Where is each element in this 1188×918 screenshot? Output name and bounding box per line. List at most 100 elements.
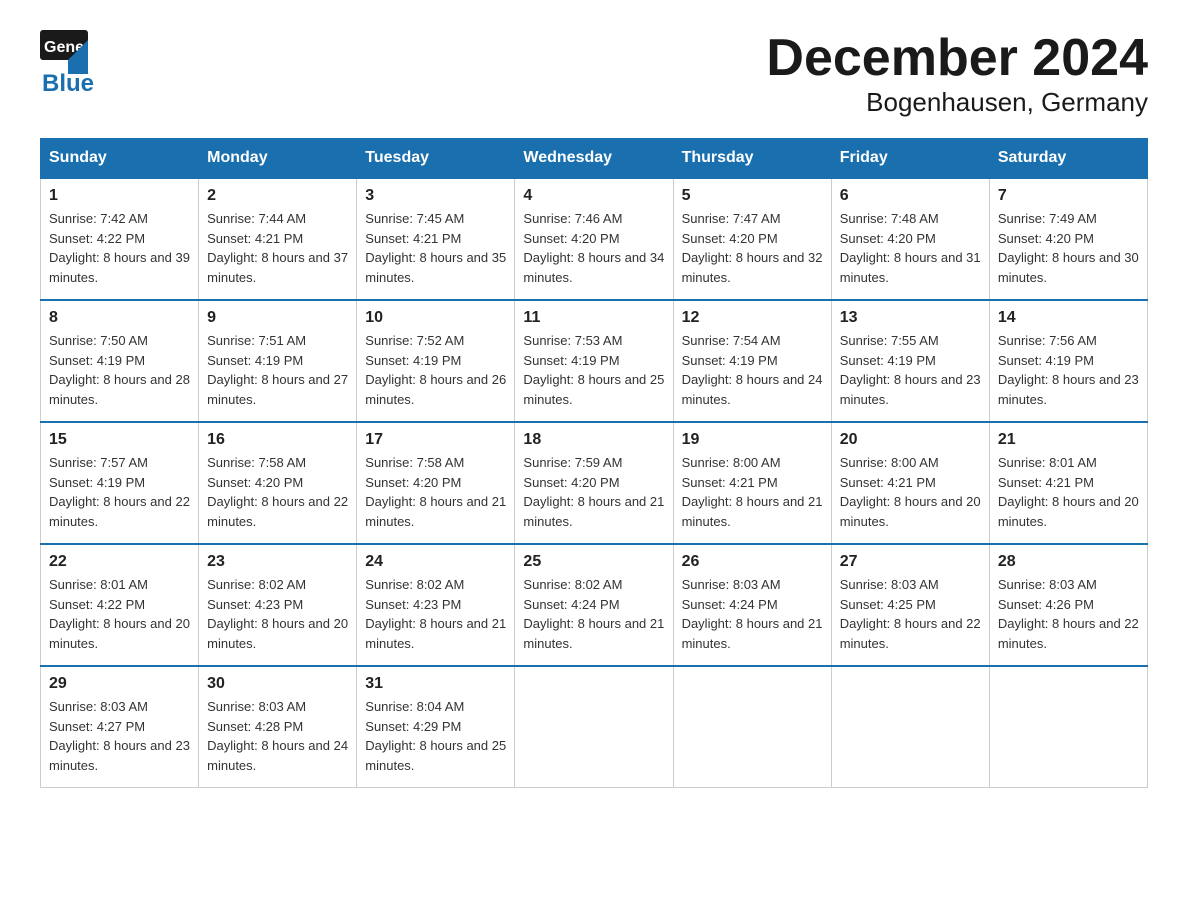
table-row: 31 Sunrise: 8:04 AMSunset: 4:29 PMDayligh… <box>357 666 515 788</box>
day-number: 31 <box>365 675 506 693</box>
day-number: 8 <box>49 309 190 327</box>
col-thursday: Thursday <box>673 139 831 179</box>
day-info: Sunrise: 8:00 AMSunset: 4:21 PMDaylight:… <box>682 453 823 531</box>
day-number: 5 <box>682 187 823 205</box>
table-row: 19 Sunrise: 8:00 AMSunset: 4:21 PMDayligh… <box>673 422 831 544</box>
day-info: Sunrise: 7:59 AMSunset: 4:20 PMDaylight:… <box>523 453 664 531</box>
day-info: Sunrise: 8:03 AMSunset: 4:24 PMDaylight:… <box>682 575 823 653</box>
table-row: 1 Sunrise: 7:42 AMSunset: 4:22 PMDaylight… <box>41 178 199 300</box>
table-row: 24Sunrise: 8:02 AMSunset: 4:23 PMDayligh… <box>357 544 515 666</box>
day-number: 2 <box>207 187 348 205</box>
calendar-table: Sunday Monday Tuesday Wednesday Thursday… <box>40 138 1148 788</box>
table-row: 12 Sunrise: 7:54 AMSunset: 4:19 PMDayligh… <box>673 300 831 422</box>
day-info: Sunrise: 8:01 AMSunset: 4:21 PMDaylight:… <box>998 453 1139 531</box>
day-info: Sunrise: 8:04 AMSunset: 4:29 PMDaylight:… <box>365 697 506 775</box>
day-number: 21 <box>998 431 1139 449</box>
day-number: 22 <box>49 553 190 571</box>
table-row: 13 Sunrise: 7:55 AMSunset: 4:19 PMDayligh… <box>831 300 989 422</box>
day-info: Sunrise: 8:03 AMSunset: 4:25 PMDaylight:… <box>840 575 981 653</box>
table-row: 11 Sunrise: 7:53 AMSunset: 4:19 PMDayligh… <box>515 300 673 422</box>
table-row: 9 Sunrise: 7:51 AMSunset: 4:19 PMDaylight… <box>199 300 357 422</box>
day-number: 3 <box>365 187 506 205</box>
day-info: Sunrise: 7:42 AMSunset: 4:22 PMDaylight:… <box>49 209 190 287</box>
table-row <box>989 666 1147 788</box>
day-number: 6 <box>840 187 981 205</box>
day-info: Sunrise: 8:02 AMSunset: 4:23 PMDaylight:… <box>365 575 506 653</box>
day-info: Sunrise: 8:02 AMSunset: 4:24 PMDaylight:… <box>523 575 664 653</box>
table-row: 25Sunrise: 8:02 AMSunset: 4:24 PMDayligh… <box>515 544 673 666</box>
day-number: 14 <box>998 309 1139 327</box>
calendar-week-row: 1 Sunrise: 7:42 AMSunset: 4:22 PMDaylight… <box>41 178 1148 300</box>
col-monday: Monday <box>199 139 357 179</box>
table-row: 23 Sunrise: 8:02 AMSunset: 4:23 PMDayligh… <box>199 544 357 666</box>
day-number: 26 <box>682 553 823 571</box>
day-info: Sunrise: 7:56 AMSunset: 4:19 PMDaylight:… <box>998 331 1139 409</box>
day-number: 19 <box>682 431 823 449</box>
table-row: 17 Sunrise: 7:58 AMSunset: 4:20 PMDayligh… <box>357 422 515 544</box>
day-number: 11 <box>523 309 664 327</box>
calendar-header-row: Sunday Monday Tuesday Wednesday Thursday… <box>41 139 1148 179</box>
day-number: 29 <box>49 675 190 693</box>
title-block: December 2024 Bogenhausen, Germany <box>766 30 1148 118</box>
table-row: 30Sunrise: 8:03 AMSunset: 4:28 PMDayligh… <box>199 666 357 788</box>
calendar-week-row: 22 Sunrise: 8:01 AMSunset: 4:22 PMDayligh… <box>41 544 1148 666</box>
logo: General Blue <box>40 30 94 98</box>
table-row: 27 Sunrise: 8:03 AMSunset: 4:25 PMDayligh… <box>831 544 989 666</box>
day-info: Sunrise: 7:53 AMSunset: 4:19 PMDaylight:… <box>523 331 664 409</box>
day-info: Sunrise: 7:58 AMSunset: 4:20 PMDaylight:… <box>207 453 348 531</box>
table-row: 21 Sunrise: 8:01 AMSunset: 4:21 PMDayligh… <box>989 422 1147 544</box>
table-row: 3Sunrise: 7:45 AMSunset: 4:21 PMDaylight… <box>357 178 515 300</box>
day-number: 20 <box>840 431 981 449</box>
day-info: Sunrise: 7:54 AMSunset: 4:19 PMDaylight:… <box>682 331 823 409</box>
day-info: Sunrise: 7:50 AMSunset: 4:19 PMDaylight:… <box>49 331 190 409</box>
table-row <box>831 666 989 788</box>
day-number: 13 <box>840 309 981 327</box>
day-number: 17 <box>365 431 506 449</box>
day-info: Sunrise: 7:57 AMSunset: 4:19 PMDaylight:… <box>49 453 190 531</box>
calendar-week-row: 8 Sunrise: 7:50 AMSunset: 4:19 PMDaylight… <box>41 300 1148 422</box>
table-row: 10 Sunrise: 7:52 AMSunset: 4:19 PMDayligh… <box>357 300 515 422</box>
day-number: 23 <box>207 553 348 571</box>
table-row: 14 Sunrise: 7:56 AMSunset: 4:19 PMDayligh… <box>989 300 1147 422</box>
table-row: 29 Sunrise: 8:03 AMSunset: 4:27 PMDayligh… <box>41 666 199 788</box>
table-row: 20Sunrise: 8:00 AMSunset: 4:21 PMDayligh… <box>831 422 989 544</box>
table-row: 28Sunrise: 8:03 AMSunset: 4:26 PMDayligh… <box>989 544 1147 666</box>
day-number: 18 <box>523 431 664 449</box>
col-friday: Friday <box>831 139 989 179</box>
calendar-week-row: 15 Sunrise: 7:57 AMSunset: 4:19 PMDayligh… <box>41 422 1148 544</box>
calendar-week-row: 29 Sunrise: 8:03 AMSunset: 4:27 PMDayligh… <box>41 666 1148 788</box>
table-row: 7 Sunrise: 7:49 AMSunset: 4:20 PMDaylight… <box>989 178 1147 300</box>
day-info: Sunrise: 7:58 AMSunset: 4:20 PMDaylight:… <box>365 453 506 531</box>
table-row: 2Sunrise: 7:44 AMSunset: 4:21 PMDaylight… <box>199 178 357 300</box>
table-row: 15 Sunrise: 7:57 AMSunset: 4:19 PMDayligh… <box>41 422 199 544</box>
table-row: 22 Sunrise: 8:01 AMSunset: 4:22 PMDayligh… <box>41 544 199 666</box>
day-info: Sunrise: 7:51 AMSunset: 4:19 PMDaylight:… <box>207 331 348 409</box>
day-number: 15 <box>49 431 190 449</box>
page-subtitle: Bogenhausen, Germany <box>766 87 1148 118</box>
day-number: 10 <box>365 309 506 327</box>
page-title: December 2024 <box>766 30 1148 87</box>
table-row: 4Sunrise: 7:46 AMSunset: 4:20 PMDaylight… <box>515 178 673 300</box>
day-info: Sunrise: 7:52 AMSunset: 4:19 PMDaylight:… <box>365 331 506 409</box>
day-info: Sunrise: 8:03 AMSunset: 4:27 PMDaylight:… <box>49 697 190 775</box>
table-row: 6 Sunrise: 7:48 AMSunset: 4:20 PMDaylight… <box>831 178 989 300</box>
day-info: Sunrise: 8:01 AMSunset: 4:22 PMDaylight:… <box>49 575 190 653</box>
table-row <box>673 666 831 788</box>
day-info: Sunrise: 7:48 AMSunset: 4:20 PMDaylight:… <box>840 209 981 287</box>
page-header: General Blue December 2024 Bogenhausen, … <box>40 30 1148 118</box>
day-number: 9 <box>207 309 348 327</box>
day-number: 4 <box>523 187 664 205</box>
col-wednesday: Wednesday <box>515 139 673 179</box>
table-row: 26 Sunrise: 8:03 AMSunset: 4:24 PMDayligh… <box>673 544 831 666</box>
day-number: 12 <box>682 309 823 327</box>
day-info: Sunrise: 7:49 AMSunset: 4:20 PMDaylight:… <box>998 209 1139 287</box>
day-number: 1 <box>49 187 190 205</box>
day-info: Sunrise: 7:55 AMSunset: 4:19 PMDaylight:… <box>840 331 981 409</box>
day-number: 7 <box>998 187 1139 205</box>
col-sunday: Sunday <box>41 139 199 179</box>
table-row: 5Sunrise: 7:47 AMSunset: 4:20 PMDaylight… <box>673 178 831 300</box>
table-row: 16Sunrise: 7:58 AMSunset: 4:20 PMDayligh… <box>199 422 357 544</box>
day-number: 27 <box>840 553 981 571</box>
day-info: Sunrise: 8:02 AMSunset: 4:23 PMDaylight:… <box>207 575 348 653</box>
day-info: Sunrise: 8:03 AMSunset: 4:26 PMDaylight:… <box>998 575 1139 653</box>
